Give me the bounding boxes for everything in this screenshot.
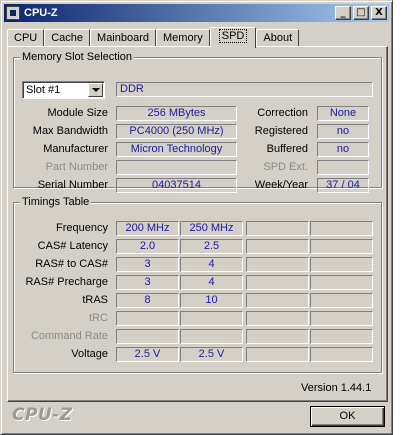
timing-cell: [246, 347, 309, 362]
timing-cell: [246, 221, 309, 236]
timing-cell: [116, 311, 179, 326]
timing-cell: [310, 221, 373, 236]
timing-cell: 2.0: [116, 239, 179, 254]
spd-ext-field: [317, 160, 369, 175]
correction-field: None: [317, 106, 369, 121]
timing-cell: [180, 311, 243, 326]
timing-cell: [246, 275, 309, 290]
maximize-button[interactable]: □: [353, 6, 369, 20]
timing-cell: 200 MHz: [116, 221, 179, 236]
timing-cell: 8: [116, 293, 179, 308]
timing-cell: [246, 329, 309, 344]
module-size-field: 256 MBytes: [116, 106, 237, 121]
cpuz-app-icon: [6, 6, 20, 20]
version-label: Version 1.44.1: [301, 382, 372, 394]
window-title: CPU-Z: [24, 7, 58, 19]
cpuz-logo: CPU-Z: [12, 405, 73, 425]
correction-label: Correction: [257, 107, 308, 119]
ok-button[interactable]: OK: [310, 406, 385, 427]
buffered-label: Buffered: [266, 143, 308, 155]
timing-cell: [116, 329, 179, 344]
minimize-button[interactable]: _: [335, 6, 351, 20]
serial-number-field: 04037514: [116, 178, 237, 193]
timing-cell: [310, 275, 373, 290]
tab-cache[interactable]: Cache: [44, 29, 91, 47]
timing-cell: [246, 311, 309, 326]
timing-cell: 2.5 V: [116, 347, 179, 362]
timing-cell: [246, 293, 309, 308]
tab-mainboard[interactable]: Mainboard: [90, 29, 157, 47]
slot-select-value: Slot #1: [26, 84, 61, 96]
timing-cell: [310, 257, 373, 272]
timing-cell: 250 MHz: [180, 221, 243, 236]
timing-cell: [310, 329, 373, 344]
chevron-down-icon[interactable]: [88, 83, 103, 97]
timing-cell: 3: [116, 275, 179, 290]
timing-label-trc: tRC: [89, 312, 108, 324]
timing-label-ras-precharge: RAS# Precharge: [25, 276, 108, 288]
memory-type-field: DDR: [116, 82, 373, 97]
timings-group: Timings Table Frequency 200 MHz 250 MHz …: [13, 195, 382, 373]
timing-cell: [246, 257, 309, 272]
timing-cell: 3: [116, 257, 179, 272]
tab-strip: CPU Cache Mainboard Memory SPD About: [7, 27, 300, 48]
timing-cell: [310, 347, 373, 362]
manufacturer-field: Micron Technology: [116, 142, 237, 157]
close-button[interactable]: X: [371, 6, 387, 20]
spd-ext-label: SPD Ext.: [263, 161, 308, 173]
timing-label-ras-to-cas: RAS# to CAS#: [35, 258, 108, 270]
manufacturer-label: Manufacturer: [43, 143, 108, 155]
timing-cell: [246, 239, 309, 254]
week-year-field: 37 / 04: [317, 178, 369, 193]
max-bandwidth-label: Max Bandwidth: [32, 125, 108, 137]
buffered-field: no: [317, 142, 369, 157]
timing-cell: [310, 239, 373, 254]
timing-cell: 2.5: [180, 239, 243, 254]
max-bandwidth-field: PC4000 (250 MHz): [116, 124, 237, 139]
registered-field: no: [317, 124, 369, 139]
serial-number-label: Serial Number: [37, 179, 108, 191]
timing-label-voltage: Voltage: [71, 348, 108, 360]
tab-about[interactable]: About: [256, 29, 300, 47]
registered-label: Registered: [254, 125, 308, 137]
part-number-label: Part Number: [45, 161, 108, 173]
memory-slot-group: Memory Slot Selection Slot #1 DDR Module…: [13, 50, 382, 193]
tab-cpu[interactable]: CPU: [7, 29, 45, 47]
timing-cell: [180, 329, 243, 344]
tab-spd[interactable]: SPD: [209, 27, 257, 48]
title-bar[interactable]: CPU-Z _ □ X: [4, 4, 389, 22]
timing-label-command-rate: Command Rate: [30, 330, 108, 342]
timing-cell: 4: [180, 275, 243, 290]
module-size-label: Module Size: [47, 107, 108, 119]
tab-memory[interactable]: Memory: [156, 29, 210, 47]
timing-label-cas-latency: CAS# Latency: [37, 240, 108, 252]
timing-label-tras: tRAS: [82, 294, 108, 306]
timing-cell: 4: [180, 257, 243, 272]
timing-cell: 2.5 V: [180, 347, 243, 362]
memory-slot-group-label: Memory Slot Selection: [20, 50, 135, 64]
slot-select[interactable]: Slot #1: [22, 81, 105, 99]
timing-cell: [310, 293, 373, 308]
week-year-label: Week/Year: [254, 179, 308, 191]
timing-label-frequency: Frequency: [56, 222, 108, 234]
timing-cell: [310, 311, 373, 326]
timings-group-label: Timings Table: [20, 195, 92, 209]
spd-panel: Memory Slot Selection Slot #1 DDR Module…: [7, 46, 388, 402]
cpuz-window: CPU-Z _ □ X CPU Cache Mainboard Memory S…: [0, 0, 393, 435]
timing-cell: 10: [180, 293, 243, 308]
part-number-field: [116, 160, 237, 175]
